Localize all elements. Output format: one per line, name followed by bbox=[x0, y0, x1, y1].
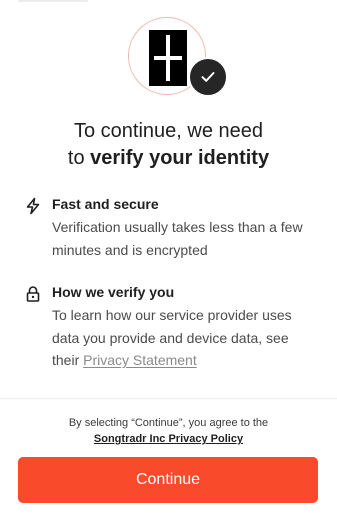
feature-title: Fast and secure bbox=[52, 196, 159, 212]
checkmark-icon bbox=[201, 72, 215, 82]
consent-text: By selecting “Continue”, you agree to th… bbox=[68, 417, 269, 429]
continue-button[interactable]: Continue bbox=[18, 457, 318, 503]
lock-icon bbox=[26, 286, 40, 302]
feature-text: How we verify you To learn how our servi… bbox=[52, 283, 314, 372]
title-line-2-bold: verify your identity bbox=[90, 147, 270, 169]
verified-badge bbox=[188, 57, 228, 97]
page-title: To continue, we need to verify your iden… bbox=[0, 118, 337, 172]
feature-description: To learn how our service provider uses d… bbox=[52, 304, 314, 372]
feature-text: Fast and secure Verification usually tak… bbox=[52, 195, 314, 261]
section-divider bbox=[0, 398, 337, 399]
consent-notice: By selecting “Continue”, you agree to th… bbox=[0, 415, 337, 447]
brand-logo-group bbox=[128, 17, 228, 99]
feature-title: How we verify you bbox=[52, 284, 175, 300]
title-line-2: to verify your identity bbox=[0, 145, 337, 172]
title-line-1: To continue, we need bbox=[73, 120, 264, 142]
privacy-statement-link[interactable]: Privacy Statement bbox=[83, 352, 197, 368]
privacy-policy-link[interactable]: Songtradr Inc Privacy Policy bbox=[94, 433, 243, 445]
feature-description: Verification usually takes less than a f… bbox=[52, 219, 303, 258]
title-line-2-prefix: to bbox=[67, 147, 91, 169]
lightning-icon bbox=[26, 197, 40, 215]
brand-logo-icon bbox=[149, 30, 187, 86]
top-divider bbox=[18, 0, 88, 2]
